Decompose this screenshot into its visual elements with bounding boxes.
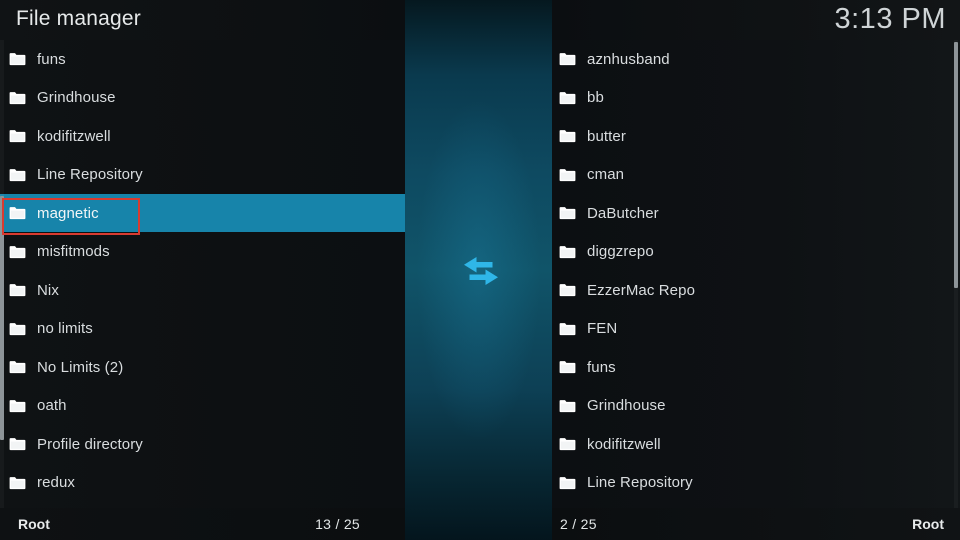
list-item[interactable]: aznhusband [552, 40, 960, 79]
list-item-label: butter [587, 127, 626, 145]
folder-icon [9, 52, 26, 66]
list-item[interactable]: no limits [0, 310, 405, 349]
folder-icon [9, 476, 26, 490]
folder-icon [9, 283, 26, 297]
list-item[interactable]: kodifitzwell [552, 425, 960, 464]
folder-icon [9, 245, 26, 259]
list-item-label: Grindhouse [587, 397, 666, 415]
list-item-label: misfitmods [37, 243, 110, 261]
list-item-label: Profile directory [37, 435, 143, 453]
list-item[interactable]: Grindhouse [552, 387, 960, 426]
list-item[interactable]: Line Repository [552, 464, 960, 503]
list-item[interactable]: redux [0, 464, 405, 503]
list-item-label: magnetic [37, 204, 99, 222]
left-path-label: Root [18, 516, 50, 532]
folder-icon [559, 399, 576, 413]
list-item[interactable]: Grindhouse [0, 79, 405, 118]
list-item-label: Line Repository [587, 474, 693, 492]
list-item[interactable]: misfitmods [0, 233, 405, 272]
list-item[interactable]: Profile directory [0, 425, 405, 464]
left-file-panel[interactable]: funs Grindhouse kodifitzwell Line Repositor… [0, 40, 405, 508]
list-item-label: kodifitzwell [37, 127, 111, 145]
list-item[interactable]: DaButcher [552, 194, 960, 233]
folder-icon [9, 322, 26, 336]
folder-icon [559, 91, 576, 105]
list-item[interactable]: magnetic [0, 194, 405, 233]
left-file-list[interactable]: funs Grindhouse kodifitzwell Line Repositor… [0, 40, 405, 502]
list-item-label: oath [37, 397, 67, 415]
folder-icon [9, 360, 26, 374]
list-item-label: Nix [37, 281, 59, 299]
list-item-label: EzzerMac Repo [587, 281, 696, 299]
folder-icon [559, 283, 576, 297]
folder-icon [9, 91, 26, 105]
list-item[interactable]: No Limits (2) [0, 348, 405, 387]
list-item[interactable]: Line Repository [0, 156, 405, 195]
list-item-label: kodifitzwell [587, 435, 661, 453]
list-item[interactable]: funs [0, 40, 405, 79]
folder-icon [559, 360, 576, 374]
left-scrollbar-thumb[interactable] [0, 196, 4, 440]
status-bar-right-background [552, 508, 960, 540]
list-item-label: funs [37, 50, 66, 68]
folder-icon [9, 399, 26, 413]
list-item-label: No Limits (2) [37, 358, 124, 376]
folder-icon [559, 52, 576, 66]
list-item[interactable]: EzzerMac Repo [552, 271, 960, 310]
list-item[interactable]: butter [552, 117, 960, 156]
list-item[interactable]: cman [552, 156, 960, 195]
list-item-label: no limits [37, 320, 93, 338]
folder-icon [559, 437, 576, 451]
right-item-counter: 2 / 25 [560, 516, 597, 532]
folder-icon [9, 437, 26, 451]
folder-icon [9, 168, 26, 182]
list-item-label: aznhusband [587, 50, 670, 68]
list-item-label: Line Repository [37, 166, 143, 184]
folder-icon [559, 168, 576, 182]
list-item[interactable]: bb [552, 79, 960, 118]
file-manager-window: File manager 3:13 PM funs Grindhouse kodif… [0, 0, 960, 540]
list-item[interactable]: FEN [552, 310, 960, 349]
list-item[interactable]: funs [552, 348, 960, 387]
swap-horizontal-arrows-icon[interactable] [461, 254, 501, 288]
list-item[interactable]: Nix [0, 271, 405, 310]
list-item-label: funs [587, 358, 616, 376]
right-file-panel[interactable]: aznhusband bb butter cman DaButcher diggzrepo… [552, 40, 960, 508]
list-item-label: cman [587, 166, 625, 184]
right-scrollbar-thumb[interactable] [954, 42, 958, 288]
list-item-label: diggzrepo [587, 243, 654, 261]
list-item[interactable]: oath [0, 387, 405, 426]
folder-icon [559, 476, 576, 490]
folder-icon [559, 245, 576, 259]
list-item-label: DaButcher [587, 204, 659, 222]
right-file-list[interactable]: aznhusband bb butter cman DaButcher diggzrepo… [552, 40, 960, 502]
list-item-label: Grindhouse [37, 89, 116, 107]
list-item[interactable]: kodifitzwell [0, 117, 405, 156]
status-bar: Root 13 / 25 2 / 25 Root [0, 508, 960, 540]
folder-icon [9, 129, 26, 143]
folder-icon [9, 206, 26, 220]
list-item-label: bb [587, 89, 604, 107]
list-item-label: redux [37, 474, 76, 492]
folder-icon [559, 322, 576, 336]
list-item[interactable]: diggzrepo [552, 233, 960, 272]
left-item-counter: 13 / 25 [315, 516, 360, 532]
list-item-label: FEN [587, 320, 618, 338]
folder-icon [559, 129, 576, 143]
right-path-label: Root [912, 516, 944, 532]
folder-icon [559, 206, 576, 220]
